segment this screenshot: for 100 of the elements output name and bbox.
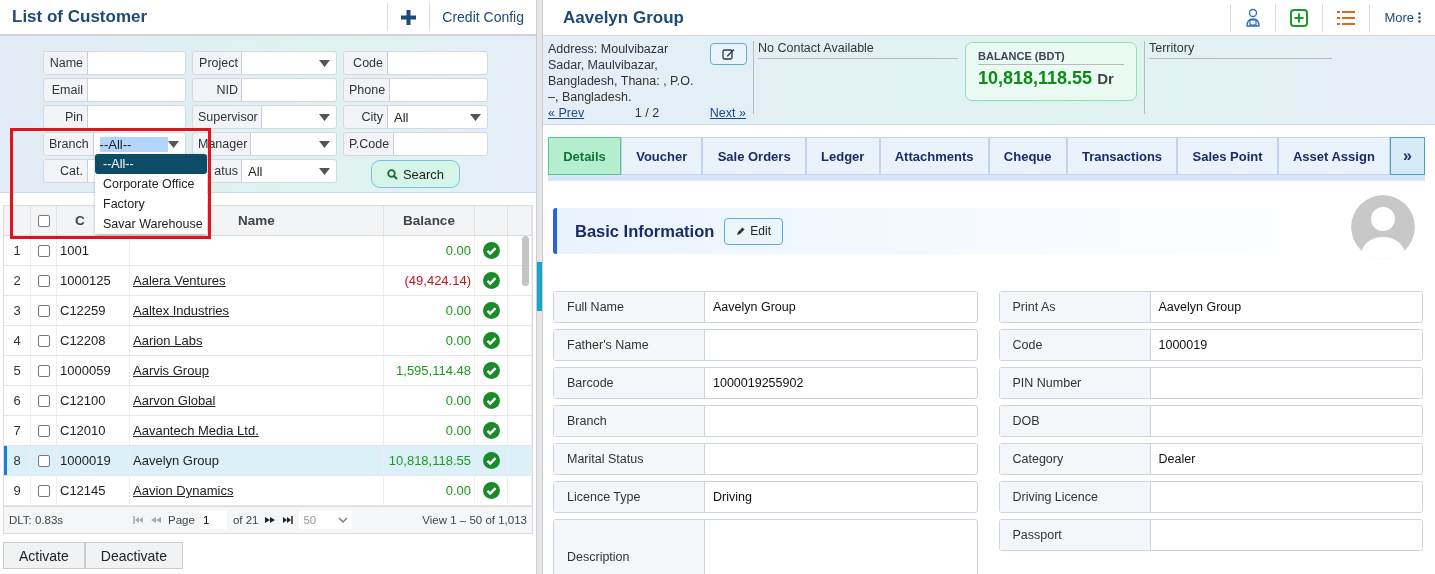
action-button[interactable]: Deactivate bbox=[84, 542, 183, 569]
field-label: Print As bbox=[1012, 300, 1056, 314]
table-cell: 0.00 bbox=[445, 333, 471, 348]
text-field[interactable] bbox=[393, 133, 487, 155]
field-label: P.Code bbox=[348, 136, 391, 153]
table-row[interactable]: 5 1000059 Aarvis Group 1,595,114.48 bbox=[4, 356, 532, 386]
tab[interactable]: Voucher bbox=[621, 137, 703, 175]
edit-address-button[interactable] bbox=[710, 43, 747, 65]
table-cell: 0.00 bbox=[445, 393, 471, 408]
customer-link[interactable]: Aavantech Media Ltd. bbox=[133, 423, 259, 438]
field-label: Pin bbox=[63, 109, 84, 126]
tab[interactable]: Asset Assign bbox=[1277, 137, 1390, 175]
dropdown-field[interactable]: --All-- bbox=[92, 133, 185, 155]
dropdown-option[interactable]: Factory bbox=[95, 194, 207, 214]
customer-link[interactable]: Aalera Ventures bbox=[133, 273, 226, 288]
tab[interactable]: Details bbox=[548, 137, 621, 175]
splitter-handle[interactable] bbox=[537, 262, 542, 311]
action-button[interactable]: Activate bbox=[3, 542, 85, 569]
tab[interactable]: Sales Point bbox=[1177, 137, 1278, 175]
dropdown-option[interactable]: --All-- bbox=[95, 154, 207, 174]
chevron-icon bbox=[338, 517, 349, 523]
text-field[interactable] bbox=[87, 106, 185, 128]
text-field[interactable] bbox=[87, 79, 185, 101]
dropdown-field[interactable]: All bbox=[387, 106, 487, 128]
customer-link[interactable]: Aarion Labs bbox=[133, 333, 203, 348]
dropdown-option[interactable]: Corporate Office bbox=[95, 174, 207, 194]
field-label: atus bbox=[213, 163, 239, 180]
dropdown-option[interactable]: Savar Warehouse bbox=[95, 214, 207, 234]
customer-link[interactable]: Aarvon Global bbox=[133, 393, 216, 408]
previous-page-icon[interactable] bbox=[150, 516, 162, 524]
tab[interactable]: Sale Orders bbox=[702, 137, 806, 175]
tab[interactable]: Transactions bbox=[1066, 137, 1178, 175]
prev-link[interactable]: « Prev bbox=[548, 106, 585, 120]
edit-icon bbox=[722, 48, 735, 60]
row-number: 3 bbox=[13, 303, 21, 318]
edit-button[interactable]: Edit bbox=[724, 217, 784, 245]
tab[interactable]: Ledger bbox=[805, 137, 880, 175]
table-row[interactable]: 6 C12100 Aarvon Global 0.00 bbox=[4, 386, 532, 416]
dropdown-field[interactable] bbox=[250, 133, 336, 155]
balance-label: BALANCE (BDT) bbox=[978, 50, 1065, 62]
last-page-icon[interactable] bbox=[282, 516, 294, 524]
record-count: View 1 – 50 of 1,013 bbox=[422, 514, 527, 526]
text-field[interactable] bbox=[241, 79, 336, 101]
pencil-icon bbox=[736, 226, 746, 236]
more-icon bbox=[1418, 12, 1421, 23]
checkbox[interactable] bbox=[37, 454, 50, 467]
table-row[interactable]: 8 1000019 Aavelyn Group 10,818,118.55 bbox=[4, 446, 532, 476]
checkbox[interactable] bbox=[37, 274, 50, 287]
field-label: DOB bbox=[1012, 414, 1040, 428]
table-cell: 1,595,114.48 bbox=[396, 363, 471, 378]
next-link[interactable]: Next » bbox=[709, 106, 746, 120]
list-icon bbox=[1337, 9, 1356, 26]
field-value: 1000019255902 bbox=[713, 376, 804, 390]
scrollbar[interactable] bbox=[522, 236, 529, 286]
customer-link[interactable]: Aarvis Group bbox=[133, 363, 209, 378]
column-header[interactable]: Name bbox=[238, 213, 275, 228]
avatar-icon bbox=[1351, 195, 1415, 259]
search-button[interactable]: Search bbox=[371, 160, 460, 188]
customer-link[interactable]: Aavion Dynamics bbox=[133, 483, 234, 498]
checkbox[interactable] bbox=[37, 214, 50, 227]
text-field[interactable] bbox=[87, 52, 185, 74]
text-field[interactable] bbox=[387, 52, 487, 74]
field-label: Licence Type bbox=[567, 490, 641, 504]
column-header[interactable]: Balance bbox=[403, 213, 455, 228]
field-label: Cat. bbox=[59, 163, 84, 180]
checkbox[interactable] bbox=[37, 334, 50, 347]
checkbox[interactable] bbox=[37, 304, 50, 317]
text-field[interactable] bbox=[389, 79, 487, 101]
table-row[interactable]: 4 C12208 Aarion Labs 0.00 bbox=[4, 326, 532, 356]
territory-label: Territory bbox=[1149, 41, 1195, 55]
table-cell: 0.00 bbox=[445, 243, 471, 258]
dropdown-field[interactable] bbox=[260, 106, 336, 128]
customer-link[interactable]: Aaltex Industries bbox=[133, 303, 230, 318]
dropdown-field[interactable]: All bbox=[241, 160, 336, 182]
field-label: Passport bbox=[1012, 528, 1062, 542]
field-label: Marital Status bbox=[567, 452, 644, 466]
field-label: Description bbox=[567, 550, 630, 564]
page-field[interactable]: 1 bbox=[200, 511, 227, 529]
dropdown-field[interactable] bbox=[241, 52, 336, 74]
contact-text: No Contact Available bbox=[758, 41, 874, 55]
checkbox[interactable] bbox=[37, 244, 50, 257]
table-cell: 1001 bbox=[60, 243, 89, 258]
next-page-icon[interactable] bbox=[264, 516, 277, 524]
field-label: Branch bbox=[48, 136, 90, 153]
column-header[interactable]: C bbox=[75, 213, 85, 228]
checkbox[interactable] bbox=[37, 394, 50, 407]
more-tabs-button[interactable]: » bbox=[1390, 137, 1425, 175]
table-cell: 0.00 bbox=[445, 483, 471, 498]
table-cell: 1000059 bbox=[60, 363, 111, 378]
row-number: 5 bbox=[13, 363, 21, 378]
field-label: Father's Name bbox=[567, 338, 649, 352]
table-row[interactable]: 3 C12259 Aaltex Industries 0.00 bbox=[4, 296, 532, 326]
customer-link[interactable]: Aavelyn Group bbox=[133, 453, 219, 468]
checkbox[interactable] bbox=[37, 364, 50, 377]
panel-title: List of Customer bbox=[11, 7, 149, 27]
checkbox[interactable] bbox=[37, 424, 50, 437]
row-number: 6 bbox=[13, 393, 21, 408]
checkbox[interactable] bbox=[37, 484, 50, 497]
tab[interactable]: Attachments bbox=[879, 137, 989, 175]
tab[interactable]: Cheque bbox=[988, 137, 1067, 175]
